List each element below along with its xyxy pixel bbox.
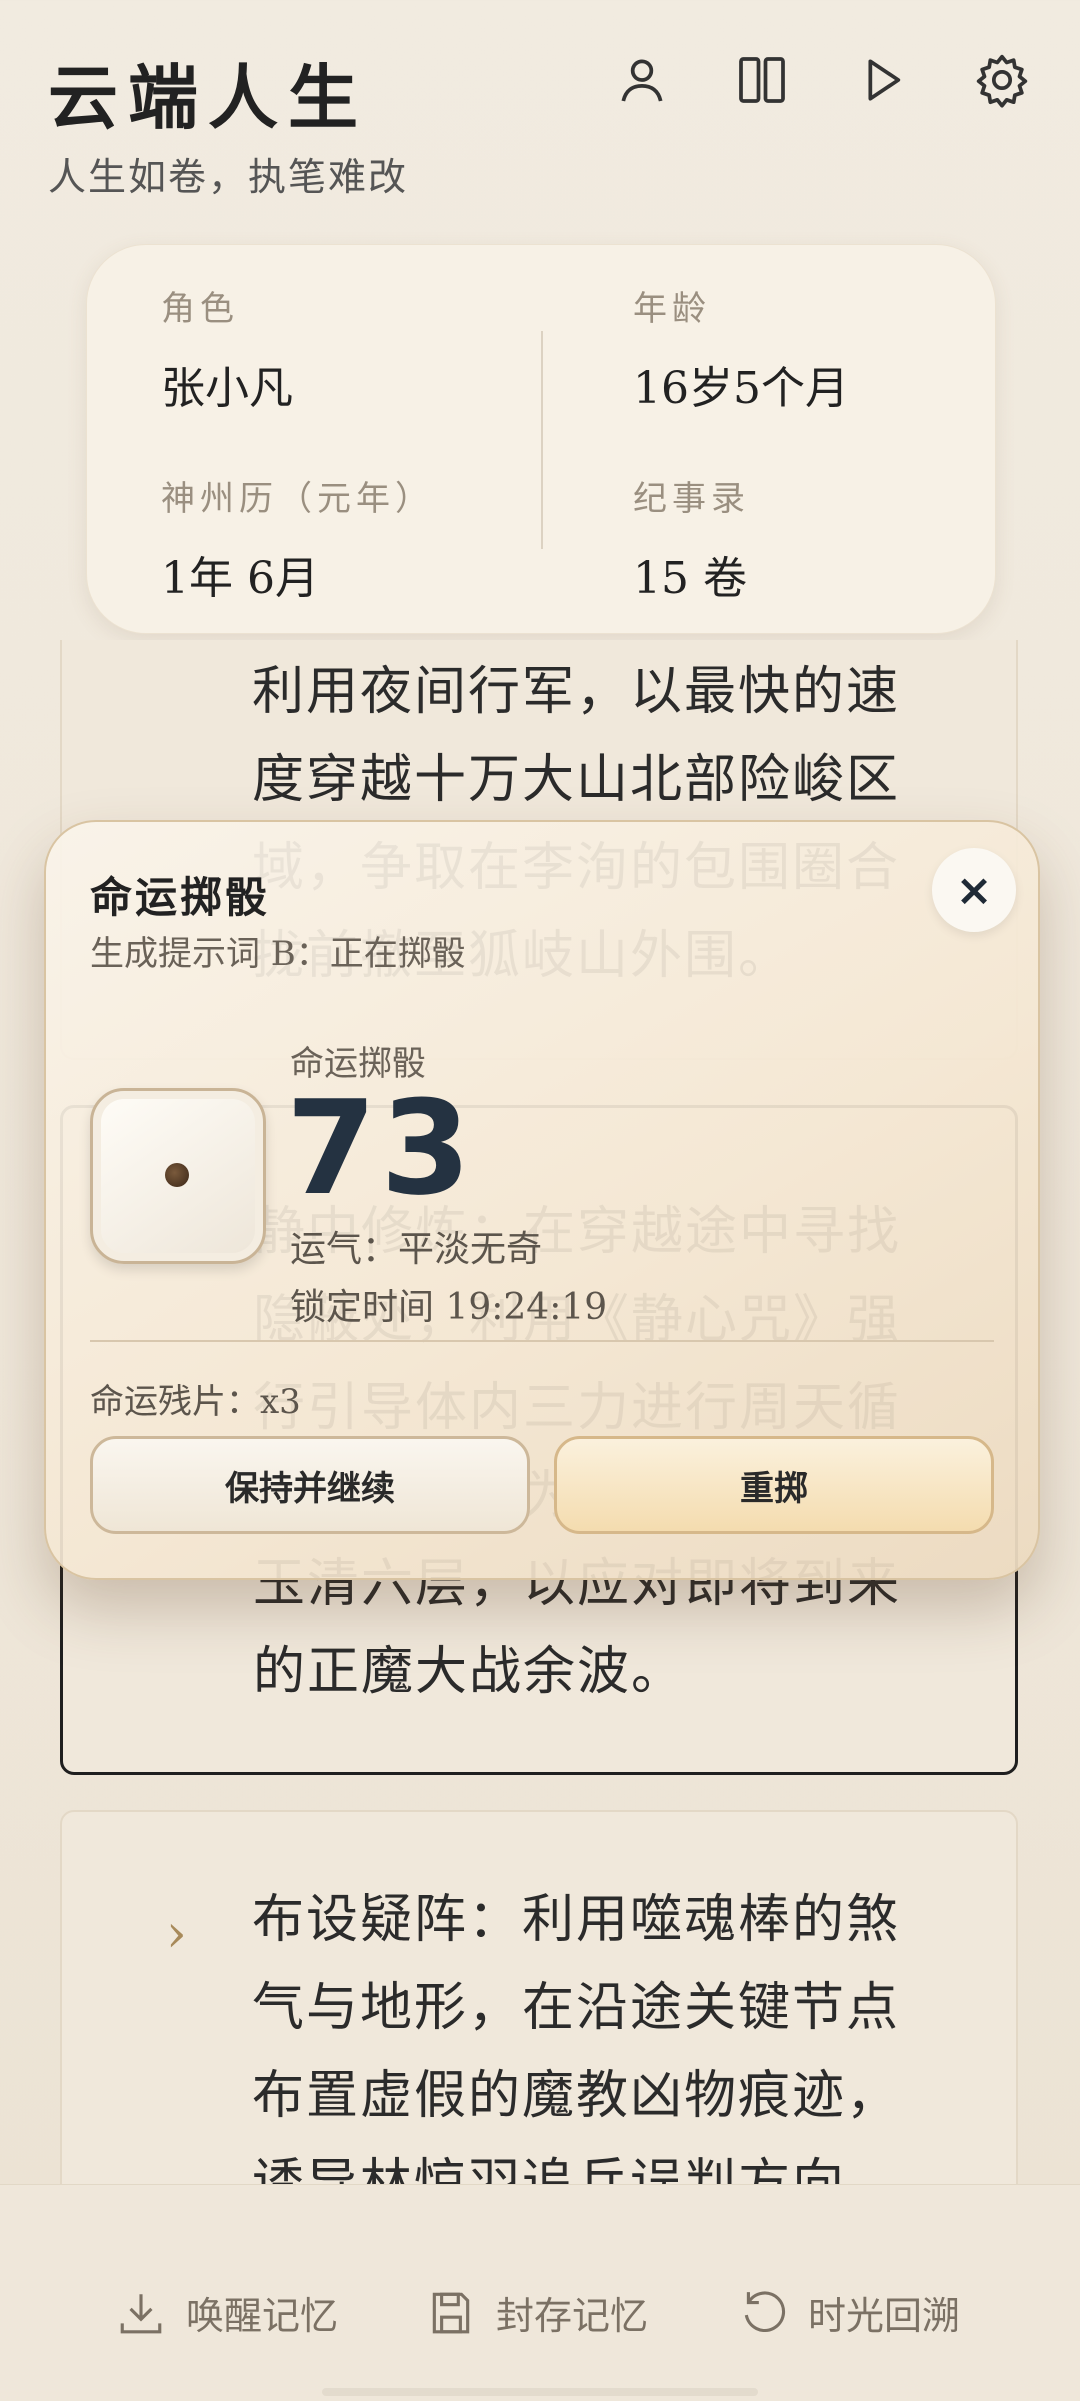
story-option-text: 布设疑阵：利用噬魂棒的煞气与地形，在沿途关键节点布置虚假的魔教凶物痕迹，诱导林惊…: [252, 1890, 901, 2214]
chevron-right-icon: ›: [166, 1904, 187, 1964]
role-label: 角色: [161, 289, 239, 329]
header-toolbar: [612, 48, 1032, 112]
wake-memory-label: 唤醒记忆: [186, 2294, 339, 2338]
chronicle-label: 纪事录: [633, 479, 750, 519]
keep-continue-button[interactable]: 保持并继续: [90, 1436, 530, 1534]
time-rewind-label: 时光回溯: [808, 2294, 961, 2338]
fate-dice-modal: 命运掷骰 生成提示词 B：正在掷骰 × 命运掷骰 73 运气：平淡无奇 锁定时间…: [44, 820, 1040, 1580]
calendar-value: 1年 6月: [161, 553, 319, 604]
fate-shards-count: 命运残片：x3: [90, 1382, 301, 1422]
person-icon: [621, 59, 663, 102]
app-subtitle: 人生如卷，执笔难改: [48, 155, 409, 199]
save-icon: [432, 2292, 470, 2333]
dice-pip: [165, 1163, 189, 1187]
settings-button[interactable]: [972, 48, 1032, 112]
book-button[interactable]: [732, 48, 792, 112]
dice-icon: [90, 1088, 266, 1264]
lock-time-text: 锁定时间 19:24:19: [290, 1287, 608, 1328]
wake-memory-button[interactable]: 唤醒记忆: [116, 2285, 338, 2340]
roll-value: 73: [286, 1072, 475, 1224]
profile-button[interactable]: [612, 48, 672, 112]
character-info-card: 角色 张小凡 年龄 16岁5个月 神州历（元年） 1年 6月 纪事录 15 卷: [86, 244, 996, 634]
close-icon: ×: [955, 864, 993, 916]
age-label: 年龄: [633, 289, 711, 329]
reroll-button[interactable]: 重掷: [554, 1436, 994, 1534]
download-icon: [120, 2293, 162, 2333]
app-title: 云端人生: [48, 56, 368, 139]
time-rewind-button[interactable]: 时光回溯: [738, 2285, 960, 2340]
rewind-icon: [744, 2290, 786, 2332]
info-divider: [541, 331, 543, 549]
bottom-action-bar: 唤醒记忆 封存记忆 时光回溯: [0, 2184, 1080, 2401]
calendar-label: 神州历（元年）: [161, 479, 434, 519]
story-option-card[interactable]: › 布设疑阵：利用噬魂棒的煞气与地形，在沿途关键节点布置虚假的魔教凶物痕迹，诱导…: [60, 1810, 1018, 2230]
modal-title: 命运掷骰: [90, 873, 271, 922]
chronicle-value: 15 卷: [633, 553, 747, 604]
age-value: 16岁5个月: [633, 363, 849, 414]
luck-text: 运气：平淡无奇: [290, 1229, 543, 1270]
book-icon: [739, 57, 785, 103]
modal-subtitle: 生成提示词 B：正在掷骰: [90, 934, 466, 974]
play-button[interactable]: [852, 48, 912, 112]
close-button[interactable]: ×: [932, 848, 1016, 932]
play-icon: [868, 59, 901, 101]
home-indicator[interactable]: [322, 2388, 758, 2396]
gear-icon: [976, 54, 1028, 108]
save-memory-button[interactable]: 封存记忆: [426, 2285, 648, 2340]
role-value: 张小凡: [161, 363, 293, 414]
save-memory-label: 封存记忆: [496, 2294, 649, 2338]
modal-divider: [90, 1340, 994, 1342]
